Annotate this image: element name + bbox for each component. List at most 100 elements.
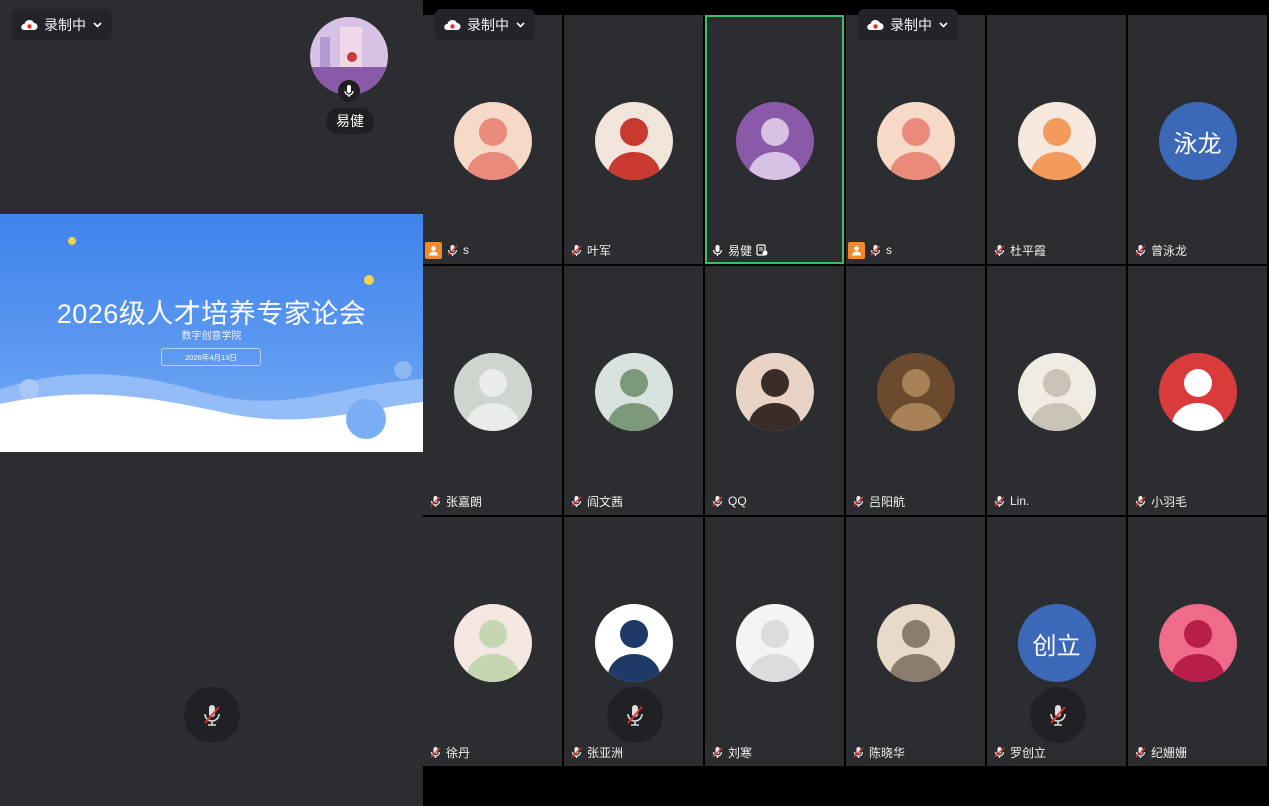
- participant-tile[interactable]: 杜平霞: [987, 15, 1126, 264]
- participant-avatar: [1017, 102, 1096, 180]
- participant-avatar: [876, 353, 955, 431]
- participant-name: 纪姗姗: [1151, 745, 1188, 760]
- participant-label: 陈晓华: [852, 743, 905, 761]
- speaker-name: 易健: [326, 108, 374, 134]
- recording-indicator[interactable]: 录制中: [858, 9, 958, 40]
- participant-label: s: [425, 241, 469, 259]
- participant-name: 罗创立: [1010, 745, 1047, 760]
- participant-label: 杜平霞: [993, 241, 1046, 259]
- participant-avatar: [453, 604, 532, 682]
- mute-microphone-button[interactable]: [184, 687, 240, 743]
- microphone-icon: [712, 244, 723, 256]
- slide-subtitle: 数字创意学院: [181, 331, 242, 342]
- cloud-record-icon: [21, 19, 38, 30]
- avatar-initials: 泳龙: [1158, 102, 1237, 180]
- participant-label: 罗创立: [993, 743, 1046, 761]
- participant-tile[interactable]: 易健: [705, 15, 844, 264]
- participant-tile[interactable]: 叶军: [564, 15, 703, 264]
- participant-label: 小羽毛: [1134, 492, 1187, 510]
- mic-muted-icon: [853, 746, 864, 758]
- participant-avatar: [735, 353, 814, 431]
- shared-screen-panel: 录制中 易健 2026级人才培养专家论会 数字创意学院 2026年4月13日: [0, 0, 423, 806]
- participant-name: 张亚洲: [587, 745, 624, 760]
- mic-muted-icon: [627, 705, 643, 726]
- participant-avatar: [735, 604, 814, 682]
- recording-label: 录制中: [890, 16, 932, 33]
- participant-avatar: [594, 353, 673, 431]
- mute-microphone-button[interactable]: [607, 687, 663, 743]
- participant-name: QQ: [728, 494, 747, 508]
- mic-muted-icon: [712, 495, 723, 507]
- participant-tile[interactable]: 陈晓华: [846, 517, 985, 766]
- participant-tile[interactable]: 徐丹: [423, 517, 562, 766]
- mic-muted-icon: [994, 495, 1005, 507]
- participant-tile[interactable]: s: [846, 15, 985, 264]
- participant-name: 叶军: [587, 243, 612, 258]
- participant-avatar: [453, 353, 532, 431]
- mic-muted-icon: [994, 746, 1005, 758]
- mic-muted-icon: [430, 746, 441, 758]
- participant-tile[interactable]: 阎文茜: [564, 266, 703, 515]
- participant-tile[interactable]: 纪姗姗: [1128, 517, 1267, 766]
- participant-label: 张亚洲: [570, 743, 623, 761]
- chevron-down-icon: [516, 22, 525, 28]
- participant-name: 张嘉朗: [446, 494, 483, 509]
- slide-date: 2026年4月13日: [161, 348, 261, 366]
- participant-tile[interactable]: 小羽毛: [1128, 266, 1267, 515]
- mic-muted-icon: [1135, 244, 1146, 256]
- mic-muted-icon: [1050, 705, 1066, 726]
- participant-tile[interactable]: Lin.: [987, 266, 1126, 515]
- mic-muted-icon: [204, 705, 220, 726]
- participant-label: Lin.: [993, 492, 1029, 510]
- host-badge-icon: [425, 241, 442, 259]
- participant-avatar: [1017, 353, 1096, 431]
- participant-avatar: [1158, 353, 1237, 431]
- mic-muted-icon: [1135, 746, 1146, 758]
- participant-name: 易健: [728, 243, 753, 258]
- participant-avatar: [453, 102, 532, 180]
- participant-tile[interactable]: 吕阳航: [846, 266, 985, 515]
- mic-muted-icon: [712, 746, 723, 758]
- recording-indicator[interactable]: 录制中: [12, 9, 112, 40]
- mic-muted-icon: [994, 244, 1005, 256]
- mic-muted-icon: [571, 495, 582, 507]
- participant-tile[interactable]: 张嘉朗: [423, 266, 562, 515]
- participant-label: 纪姗姗: [1134, 743, 1187, 761]
- mic-muted-icon: [870, 244, 881, 256]
- participant-label: 吕阳航: [852, 492, 905, 510]
- participant-tile[interactable]: 刘寒: [705, 517, 844, 766]
- microphone-icon: [338, 80, 360, 102]
- participant-avatar: 创立: [1017, 604, 1096, 682]
- participant-name: s: [886, 243, 892, 257]
- mic-muted-icon: [571, 244, 582, 256]
- participant-label: 易健: [711, 241, 768, 259]
- mic-muted-icon: [853, 495, 864, 507]
- participant-label: 阎文茜: [570, 492, 623, 510]
- mute-microphone-button[interactable]: [1030, 687, 1086, 743]
- chevron-down-icon: [939, 22, 948, 28]
- participant-name: 曾泳龙: [1151, 243, 1188, 258]
- avatar-initials: 创立: [1017, 604, 1096, 682]
- participant-name: 刘寒: [728, 745, 753, 760]
- recording-indicator[interactable]: 录制中: [435, 9, 535, 40]
- participant-avatar: [594, 102, 673, 180]
- participant-tile[interactable]: QQ: [705, 266, 844, 515]
- chevron-down-icon: [93, 22, 102, 28]
- mic-muted-icon: [571, 746, 582, 758]
- participant-label: QQ: [711, 492, 747, 510]
- participant-avatar: [1158, 604, 1237, 682]
- participant-avatar: 泳龙: [1158, 102, 1237, 180]
- participant-name: 徐丹: [446, 745, 471, 760]
- participant-avatar: [735, 102, 814, 180]
- recording-label: 录制中: [467, 16, 509, 33]
- screen-share-icon: [756, 244, 768, 256]
- participant-avatar: [876, 604, 955, 682]
- participant-label: 叶军: [570, 241, 611, 259]
- mic-muted-icon: [430, 495, 441, 507]
- participant-label: 张嘉朗: [429, 492, 482, 510]
- participant-tile[interactable]: 泳龙曾泳龙: [1128, 15, 1267, 264]
- participant-name: Lin.: [1010, 494, 1030, 508]
- presentation-slide: 2026级人才培养专家论会 数字创意学院 2026年4月13日: [0, 214, 423, 452]
- participant-avatar: [594, 604, 673, 682]
- participant-tile[interactable]: s: [423, 15, 562, 264]
